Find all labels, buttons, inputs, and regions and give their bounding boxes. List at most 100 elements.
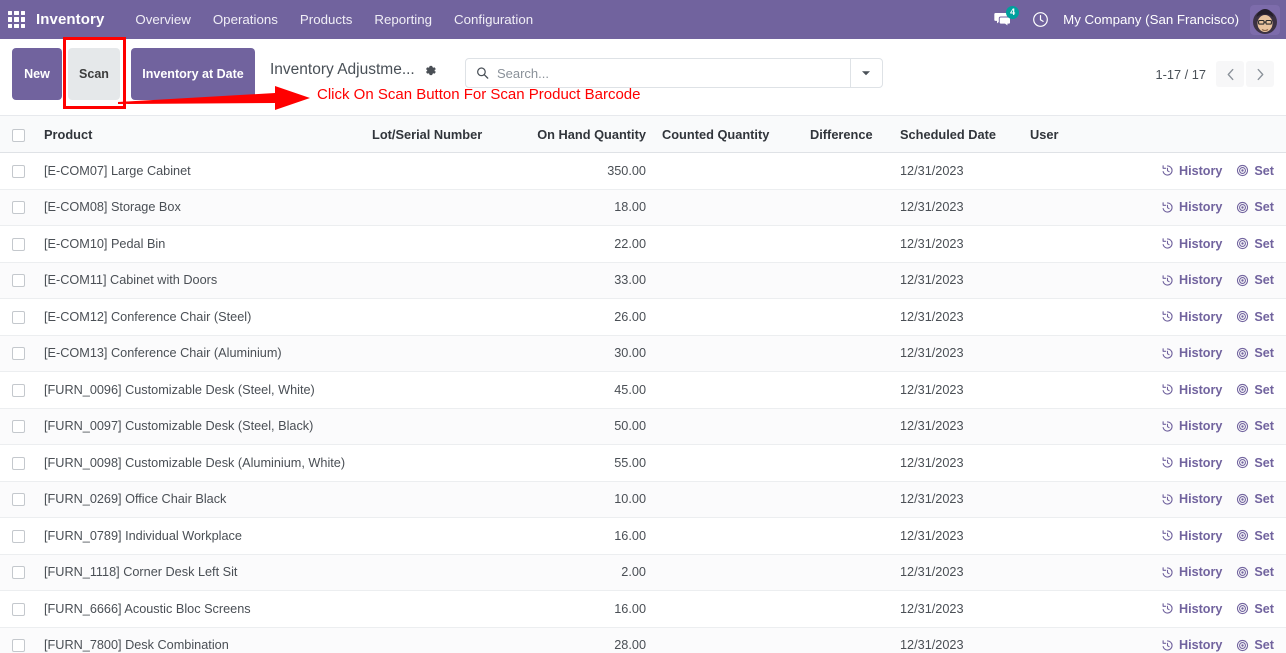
apps-grid-icon[interactable] (8, 11, 25, 28)
cell-user (1022, 371, 1130, 409)
history-button[interactable]: History (1161, 346, 1222, 360)
column-header-difference[interactable]: Difference (802, 116, 892, 153)
table-row[interactable]: [FURN_6666] Acoustic Bloc Screens 16.00 12… (0, 590, 1286, 628)
history-button[interactable]: History (1161, 565, 1222, 579)
column-header-product[interactable]: Product (36, 116, 364, 153)
cell-scheduled-date: 12/31/2023 (892, 517, 1022, 555)
row-checkbox[interactable] (12, 310, 25, 324)
table-row[interactable]: [FURN_7800] Desk Combination 28.00 12/31/2… (0, 627, 1286, 653)
row-checkbox[interactable] (12, 164, 25, 178)
column-header-user[interactable]: User (1022, 116, 1130, 153)
menu-item-overview[interactable]: Overview (124, 2, 201, 37)
row-checkbox[interactable] (12, 493, 25, 507)
table-row[interactable]: [E-COM07] Large Cabinet 350.00 12/31/2023 H… (0, 152, 1286, 190)
cell-product: [E-COM11] Cabinet with Doors (36, 262, 364, 299)
menu-item-operations[interactable]: Operations (202, 2, 289, 37)
current-app-name[interactable]: Inventory (36, 11, 104, 28)
row-select-cell (0, 298, 36, 336)
search-dropdown-toggle[interactable] (849, 59, 882, 87)
set-button[interactable]: Set (1236, 456, 1274, 470)
pager-next-button[interactable] (1246, 61, 1274, 87)
history-button[interactable]: History (1161, 200, 1222, 214)
select-all-checkbox[interactable] (12, 128, 25, 142)
history-button[interactable]: History (1161, 237, 1222, 251)
row-checkbox[interactable] (12, 566, 25, 580)
table-row[interactable]: [FURN_0789] Individual Workplace 16.00 12/… (0, 517, 1286, 555)
cell-row-actions: History Set (1130, 371, 1286, 409)
gear-icon[interactable] (424, 64, 437, 77)
row-checkbox[interactable] (12, 347, 25, 361)
search-bar[interactable] (464, 58, 883, 88)
set-button[interactable]: Set (1236, 602, 1274, 616)
set-button[interactable]: Set (1236, 383, 1274, 397)
menu-item-reporting[interactable]: Reporting (363, 2, 443, 37)
row-select-cell (0, 444, 36, 482)
row-checkbox[interactable] (12, 456, 25, 470)
set-label: Set (1254, 236, 1274, 251)
table-row[interactable]: [E-COM08] Storage Box 18.00 12/31/2023 Hist… (0, 189, 1286, 226)
avatar[interactable] (1250, 4, 1280, 35)
row-checkbox[interactable] (12, 274, 25, 288)
column-header-on-hand-quantity[interactable]: On Hand Quantity (514, 116, 654, 153)
table-row[interactable]: [FURN_0097] Customizable Desk (Steel, Bl… (0, 408, 1286, 445)
row-checkbox[interactable] (12, 420, 25, 434)
row-checkbox[interactable] (12, 529, 25, 543)
set-button[interactable]: Set (1236, 529, 1274, 543)
row-checkbox[interactable] (12, 383, 25, 397)
set-button[interactable]: Set (1236, 200, 1274, 214)
history-button[interactable]: History (1161, 383, 1222, 397)
set-button[interactable]: Set (1236, 638, 1274, 652)
search-input[interactable] (496, 65, 840, 81)
table-row[interactable]: [E-COM12] Conference Chair (Steel) 26.00 1… (0, 298, 1286, 336)
messages-button[interactable]: 4 (983, 4, 1022, 35)
pager-range[interactable]: 1-17 / 17 (1155, 67, 1206, 82)
menu-item-products[interactable]: Products (289, 2, 363, 37)
history-button[interactable]: History (1161, 602, 1222, 616)
row-checkbox[interactable] (12, 639, 25, 653)
table-row[interactable]: [E-COM10] Pedal Bin 22.00 12/31/2023 Histor… (0, 225, 1286, 263)
column-header-lot-serial[interactable]: Lot/Serial Number (364, 116, 514, 153)
cell-counted-quantity (654, 408, 802, 445)
cell-counted-quantity (654, 517, 802, 555)
set-button[interactable]: Set (1236, 237, 1274, 251)
table-row[interactable]: [FURN_1118] Corner Desk Left Sit 2.00 12/3… (0, 554, 1286, 591)
activities-button[interactable] (1022, 5, 1059, 34)
set-button[interactable]: Set (1236, 565, 1274, 579)
history-button[interactable]: History (1161, 164, 1222, 178)
search-input-wrap[interactable] (466, 59, 850, 87)
history-button[interactable]: History (1161, 638, 1222, 652)
company-selector[interactable]: My Company (San Francisco) (1059, 6, 1248, 33)
pager-previous-button[interactable] (1216, 61, 1244, 87)
new-button[interactable]: New (12, 48, 62, 100)
table-row[interactable]: [FURN_0096] Customizable Desk (Steel, Wh… (0, 371, 1286, 409)
table-row[interactable]: [FURN_0269] Office Chair Black 10.00 12/31… (0, 481, 1286, 518)
set-button[interactable]: Set (1236, 346, 1274, 360)
inventory-at-date-button[interactable]: Inventory at Date (131, 48, 255, 100)
set-button[interactable]: Set (1236, 492, 1274, 506)
set-button[interactable]: Set (1236, 310, 1274, 324)
table-row[interactable]: [E-COM11] Cabinet with Doors 33.00 12/31/2… (0, 262, 1286, 299)
history-button[interactable]: History (1161, 310, 1222, 324)
column-header-scheduled-date[interactable]: Scheduled Date (892, 116, 1022, 153)
row-checkbox[interactable] (12, 201, 25, 215)
menu-item-configuration[interactable]: Configuration (443, 2, 544, 37)
target-bullseye-icon (1237, 201, 1249, 213)
history-clock-icon (1162, 201, 1173, 213)
history-button[interactable]: History (1161, 492, 1222, 506)
cell-difference (802, 444, 892, 482)
row-checkbox[interactable] (12, 237, 25, 251)
set-button[interactable]: Set (1236, 164, 1274, 178)
history-button[interactable]: History (1161, 419, 1222, 433)
scan-button[interactable]: Scan (68, 48, 120, 100)
table-row[interactable]: [E-COM13] Conference Chair (Aluminium) 30… (0, 335, 1286, 372)
set-button[interactable]: Set (1236, 419, 1274, 433)
row-checkbox[interactable] (12, 602, 25, 616)
table-row[interactable]: [FURN_0098] Customizable Desk (Aluminium… (0, 444, 1286, 482)
column-header-counted-quantity[interactable]: Counted Quantity (654, 116, 802, 153)
history-button[interactable]: History (1161, 529, 1222, 543)
set-button[interactable]: Set (1236, 273, 1274, 287)
history-button[interactable]: History (1161, 273, 1222, 287)
history-button[interactable]: History (1161, 456, 1222, 470)
cell-row-actions: History Set (1130, 590, 1286, 628)
cell-counted-quantity (654, 627, 802, 653)
